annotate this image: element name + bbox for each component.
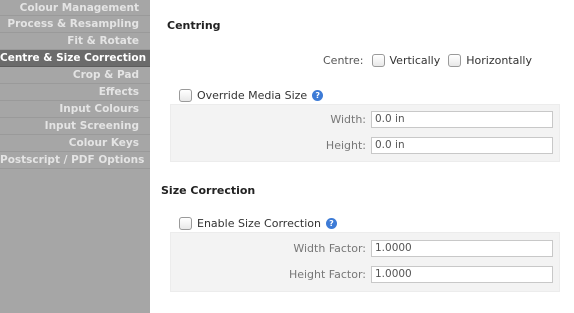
enable-size-correction-checkbox[interactable]	[179, 217, 192, 230]
centre-label: Centre:	[323, 54, 364, 67]
height-label: Height:	[325, 139, 366, 152]
horizontally-checkbox[interactable]	[448, 54, 462, 67]
sidebar-item-postscript-pdf-options[interactable]: Postscript / PDF Options	[0, 152, 150, 169]
help-icon[interactable]: ?	[312, 90, 324, 101]
horizontally-label[interactable]: Horizontally	[466, 54, 532, 67]
width-input[interactable]: 0.0 in	[371, 111, 553, 128]
vertically-checkbox[interactable]	[371, 54, 385, 67]
height-input[interactable]: 0.0 in	[371, 137, 553, 154]
sidebar-item-effects[interactable]: Effects	[0, 84, 150, 101]
size-correction-title: Size Correction	[161, 184, 256, 197]
centre-row: Centre: Vertically Horizontally	[323, 54, 532, 67]
sidebar: Colour Management Process & Resampling F…	[0, 0, 150, 313]
width-factor-input[interactable]: 1.0000	[371, 240, 553, 257]
main-panel: Centring Centre: Vertically Horizontally…	[150, 0, 574, 313]
sidebar-item-centre-size-correction[interactable]: Centre & Size Correction	[0, 50, 150, 67]
sidebar-empty-area	[0, 169, 150, 286]
sidebar-item-process-resampling[interactable]: Process & Resampling	[0, 16, 150, 33]
sidebar-item-colour-keys[interactable]: Colour Keys	[0, 135, 150, 152]
sidebar-item-crop-pad[interactable]: Crop & Pad	[0, 67, 150, 84]
sidebar-item-input-screening[interactable]: Input Screening	[0, 118, 150, 135]
override-media-size-label[interactable]: Override Media Size	[197, 89, 307, 102]
height-factor-input[interactable]: 1.0000	[371, 266, 553, 283]
centring-title: Centring	[167, 19, 221, 32]
vertically-label[interactable]: Vertically	[390, 54, 441, 67]
sidebar-item-fit-rotate[interactable]: Fit & Rotate	[0, 33, 150, 50]
enable-size-correction-row: Enable Size Correction ?	[179, 217, 337, 230]
help-icon[interactable]: ?	[325, 218, 337, 229]
enable-size-correction-label[interactable]: Enable Size Correction	[197, 217, 321, 230]
sidebar-item-input-colours[interactable]: Input Colours	[0, 101, 150, 118]
sidebar-item-colour-management[interactable]: Colour Management	[0, 0, 150, 16]
override-media-size-checkbox[interactable]	[179, 89, 192, 102]
width-factor-label: Width Factor:	[293, 242, 366, 255]
override-media-size-row: Override Media Size ?	[179, 89, 324, 102]
height-factor-label: Height Factor:	[288, 268, 366, 281]
width-label: Width:	[330, 113, 366, 126]
